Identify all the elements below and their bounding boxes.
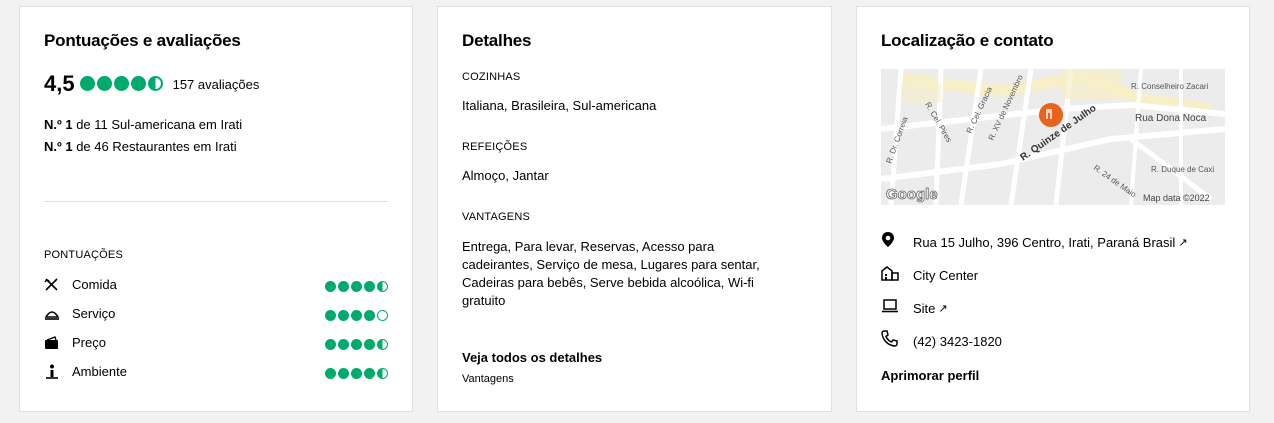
map-attribution: Map data ©2022: [1143, 193, 1210, 203]
rating-bubble: [377, 368, 388, 380]
utensils-icon: [44, 278, 60, 297]
phone-link[interactable]: (42) 3423-1820: [913, 334, 1002, 349]
features-line: Cadeiras para bebês, Serve bebida alcoól…: [462, 275, 754, 290]
score-bubbles: [323, 307, 388, 325]
details-card: Detalhes COZINHAS Italiana, Brasileira, …: [437, 6, 832, 412]
rating-bubble: [325, 310, 336, 322]
cuisines-value: Italiana, Brasileira, Sul-americana: [462, 98, 657, 113]
rating-bubble: [338, 368, 349, 380]
rating-bubble: [377, 310, 388, 322]
rating-bubble: [377, 339, 388, 351]
neighborhood-row: City Center: [881, 265, 979, 286]
scores-section-label: PONTUAÇÕES: [44, 249, 124, 261]
rating-bubble: [113, 76, 129, 92]
ratings-card: Pontuações e avaliações 4,5 157 avaliaçõ…: [19, 6, 413, 412]
score-label: Comida: [72, 277, 117, 292]
ambience-icon: [44, 364, 60, 384]
location-pin-icon: [881, 231, 913, 253]
rating-bubble: [351, 310, 362, 322]
location-title: Localização e contato: [881, 31, 1054, 50]
score-row-ambience: Ambiente: [44, 362, 388, 382]
rating-bubble: [364, 281, 375, 293]
external-link-icon: ↗: [1178, 236, 1188, 249]
score-bubbles: [323, 336, 388, 354]
rank-number: N.º 1: [44, 117, 73, 132]
rank-text: de 46 Restaurantes em Irati: [72, 139, 237, 154]
rating-bubble: [364, 368, 375, 380]
rating-bubble: [325, 368, 336, 380]
map-street-label: R. Conselheiro Zacari: [1131, 82, 1209, 91]
rating-bubble: [338, 281, 349, 293]
buildings-icon: [881, 265, 913, 286]
rating-bubble: [377, 281, 388, 293]
phone-icon: [881, 330, 913, 352]
map-street-label: R. Duque de Caxi: [1151, 165, 1214, 174]
rank-line-2[interactable]: N.º 1 de 46 Restaurantes em Irati: [44, 139, 237, 154]
features-line: cadeirantes, Serviço de mesa, Lugares pa…: [462, 257, 760, 272]
score-bubbles: [323, 365, 388, 383]
rank-text: de 11 Sul-americana em Irati: [72, 117, 243, 132]
divider: [44, 201, 388, 202]
score-row-food: Comida: [44, 275, 388, 295]
rating-bubble: [338, 310, 349, 322]
rating-bubble: [351, 339, 362, 351]
see-all-details-link[interactable]: Veja todos os detalhes: [462, 350, 602, 365]
external-link-icon: ↗: [938, 302, 948, 315]
rank-number: N.º 1: [44, 139, 73, 154]
phone-row[interactable]: (42) 3423-1820: [881, 330, 1002, 352]
rating-score: 4,5: [44, 71, 75, 96]
reviews-link[interactable]: 157 avaliações: [173, 77, 260, 92]
rating-bubble: [325, 339, 336, 351]
rating-bubble: [338, 339, 349, 351]
service-bell-icon: [44, 307, 60, 326]
score-label: Ambiente: [72, 364, 127, 379]
ratings-title: Pontuações e avaliações: [44, 31, 241, 50]
rating-bubble: [79, 76, 95, 92]
laptop-icon: [881, 298, 913, 318]
neighborhood-text: City Center: [913, 267, 979, 283]
google-logo: Google: [886, 186, 938, 203]
rating-bubble: [325, 281, 336, 293]
address-text: Rua 15 Julho, 396 Centro, Irati, Paraná …: [913, 234, 1176, 250]
rating-bubble: [364, 339, 375, 351]
map-graphic: R. Conselheiro Zacari Rua Dona Noca R. D…: [881, 69, 1225, 205]
score-label: Preço: [72, 335, 106, 350]
map-street-label: Rua Dona Noca: [1135, 113, 1207, 124]
see-all-sub: Vantagens: [462, 373, 514, 385]
score-row-price: Preço: [44, 333, 388, 353]
score-row-service: Serviço: [44, 304, 388, 324]
wallet-icon: [44, 336, 60, 355]
features-line: gratuito: [462, 293, 506, 308]
rank-line-1[interactable]: N.º 1 de 11 Sul-americana em Irati: [44, 117, 242, 132]
details-title: Detalhes: [462, 31, 532, 50]
location-map[interactable]: R. Conselheiro Zacari Rua Dona Noca R. D…: [881, 69, 1225, 205]
cuisines-label: COZINHAS: [462, 71, 521, 83]
improve-profile-link[interactable]: Aprimorar perfil: [881, 368, 979, 383]
meals-label: REFEIÇÕES: [462, 141, 528, 153]
features-value: Entrega, Para levar, Reservas, Acesso pa…: [462, 238, 760, 310]
features-line: Entrega, Para levar, Reservas, Acesso pa…: [462, 239, 715, 254]
rating-bubble: [351, 281, 362, 293]
location-card: Localização e contato R. Conselheiro Zac…: [856, 6, 1250, 412]
score-label: Serviço: [72, 306, 116, 321]
rating-bubble: [364, 310, 375, 322]
rating-bubble: [130, 76, 146, 92]
site-link[interactable]: Site: [913, 301, 935, 316]
rating-bubble: [147, 76, 163, 92]
restaurant-marker-icon[interactable]: [1039, 103, 1063, 127]
rating-bubble: [351, 368, 362, 380]
site-row[interactable]: Site ↗: [881, 298, 948, 318]
score-bubbles: [323, 278, 388, 296]
features-label: VANTAGENS: [462, 211, 531, 223]
meals-value: Almoço, Jantar: [462, 168, 549, 183]
address-row[interactable]: Rua 15 Julho, 396 Centro, Irati, Paraná …: [881, 231, 1188, 253]
overall-rating: 4,5 157 avaliações: [44, 71, 259, 97]
rating-bubble: [96, 76, 112, 92]
rating-bubbles: [79, 75, 165, 93]
